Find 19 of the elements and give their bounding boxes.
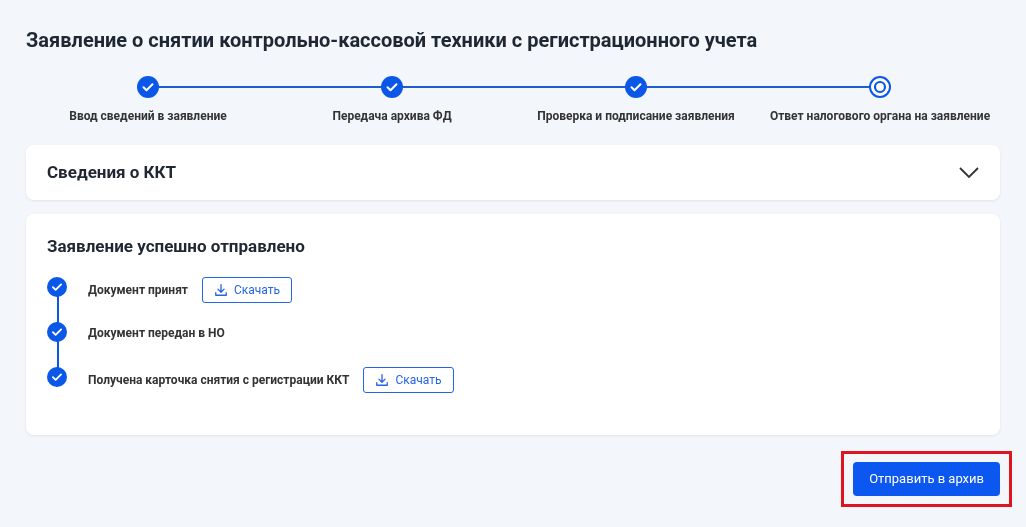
download-button[interactable]: Скачать	[201, 276, 293, 303]
section-title: Сведения о ККТ	[47, 160, 177, 184]
download-button[interactable]: Скачать	[363, 366, 454, 393]
check-icon	[625, 76, 647, 98]
step-label: Ввод сведений в заявление	[69, 108, 227, 125]
archive-button[interactable]: Отправить в архив	[853, 462, 1000, 496]
step-label: Ответ налогового органа на заявление	[769, 108, 991, 125]
download-icon	[375, 372, 390, 387]
kkt-section-header[interactable]: Сведения о ККТ	[26, 145, 1000, 200]
page-title: Заявление о снятии контрольно-кассовой техники с регистрационного учета	[26, 27, 759, 54]
check-icon	[381, 76, 403, 98]
card-title: Заявление успешно отправлено	[47, 235, 306, 258]
check-icon	[137, 76, 159, 98]
status-label: Документ передан в НО	[88, 324, 225, 342]
status-label: Получена карточка снятия с регистрации ККТ	[88, 371, 350, 389]
download-icon	[213, 282, 228, 297]
step-label: Передача архива ФД	[332, 108, 452, 125]
step-label: Проверка и подписание заявления	[537, 108, 735, 125]
status-label: Документ принят	[88, 281, 188, 299]
